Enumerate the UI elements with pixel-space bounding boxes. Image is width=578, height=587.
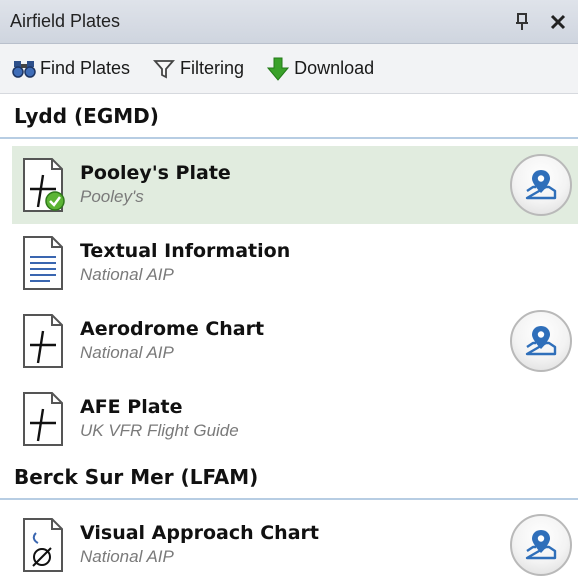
- list-item-aerodrome-chart[interactable]: Aerodrome Chart National AIP: [12, 302, 578, 380]
- list-item-textual-information[interactable]: Textual Information National AIP: [12, 224, 578, 302]
- filtering-button[interactable]: Filtering: [152, 57, 244, 81]
- item-source: UK VFR Flight Guide: [80, 421, 239, 440]
- panel-title: Airfield Plates: [10, 11, 121, 31]
- approach-chart-icon: [22, 517, 68, 573]
- group-header-label: Lydd (EGMD): [14, 104, 159, 128]
- filtering-label: Filtering: [180, 58, 245, 78]
- group-header-lydd: Lydd (EGMD): [0, 95, 578, 139]
- download-label: Download: [294, 58, 375, 78]
- filter-icon: [152, 57, 176, 81]
- item-name: AFE Plate: [80, 396, 183, 418]
- list-item-afe-plate[interactable]: AFE Plate UK VFR Flight Guide: [12, 380, 578, 458]
- show-on-map-button[interactable]: [510, 310, 572, 372]
- group-header-berck-sur-mer: Berck Sur Mer (LFAM): [0, 456, 578, 500]
- item-name: Visual Approach Chart: [80, 522, 319, 544]
- list-item-visual-approach-chart[interactable]: Visual Approach Chart National AIP: [12, 506, 578, 584]
- download-arrow-icon: [266, 57, 290, 81]
- panel-titlebar: Airfield Plates: [0, 0, 578, 44]
- toolbar: Find Plates Filtering Download: [0, 44, 578, 94]
- find-plates-button[interactable]: Find Plates: [12, 57, 130, 81]
- item-name: Pooley's Plate: [80, 162, 231, 184]
- item-source: National AIP: [80, 547, 174, 566]
- item-name: Textual Information: [80, 240, 291, 262]
- map-pin-icon: [525, 170, 557, 200]
- item-source: Pooley's: [80, 187, 144, 206]
- pin-icon[interactable]: [510, 10, 534, 34]
- plate-downloaded-icon: [22, 157, 68, 213]
- close-icon[interactable]: [546, 10, 570, 34]
- download-button[interactable]: Download: [266, 57, 374, 81]
- find-plates-label: Find Plates: [40, 58, 131, 78]
- item-name: Aerodrome Chart: [80, 318, 265, 340]
- plate-icon: [22, 391, 68, 447]
- group-header-label: Berck Sur Mer (LFAM): [14, 465, 259, 489]
- item-source: National AIP: [80, 265, 174, 284]
- show-on-map-button[interactable]: [510, 154, 572, 216]
- binoculars-icon: [12, 57, 36, 81]
- item-source: National AIP: [80, 343, 174, 362]
- plate-icon: [22, 313, 68, 369]
- text-document-icon: [22, 235, 68, 291]
- map-pin-icon: [525, 530, 557, 560]
- list-item-pooleys-plate[interactable]: Pooley's Plate Pooley's: [12, 146, 578, 224]
- map-pin-icon: [525, 326, 557, 356]
- show-on-map-button[interactable]: [510, 514, 572, 576]
